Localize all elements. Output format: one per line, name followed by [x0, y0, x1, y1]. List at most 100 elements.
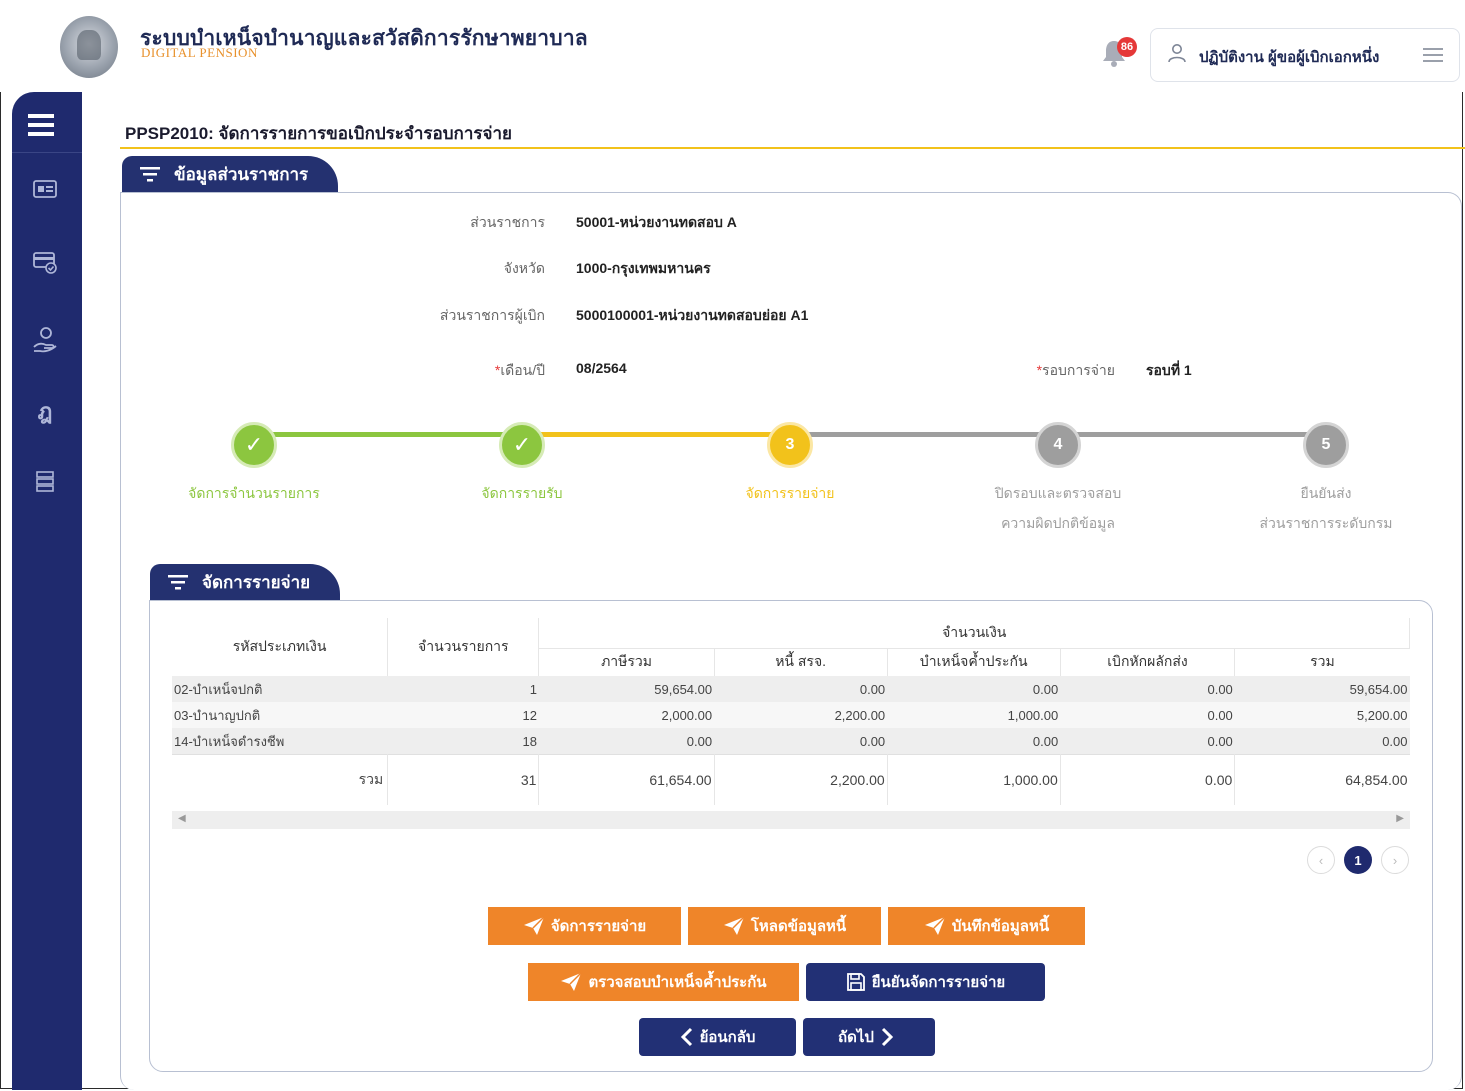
- header-amount-group: จำนวนเงิน: [538, 618, 1410, 649]
- id-card-icon: [33, 180, 57, 198]
- step-2-circle[interactable]: ✓: [499, 422, 545, 468]
- expense-table: รหัสประเภทเงิน จำนวนรายการ จำนวนเงิน ภาษ…: [172, 618, 1410, 805]
- app-subtitle: DIGITAL PENSION: [141, 45, 258, 60]
- step-1-label: จัดการจำนวนรายการ: [188, 485, 320, 501]
- cell-guarantee: 1,000.00: [887, 702, 1061, 728]
- total-deduct: 0.00: [1060, 754, 1236, 805]
- cell-tax: 0.00: [538, 728, 715, 755]
- user-menu[interactable]: ปฏิบัติงาน ผู้ขอผู้เบิกเอกหนึ่ง: [1150, 28, 1460, 82]
- payment-card-icon: [33, 252, 57, 274]
- table-row[interactable]: 14-บำเหน็จดำรงชีพ 18 0.00 0.00 0.00 0.00…: [172, 728, 1410, 755]
- table-total-row: รวม 31 61,654.00 2,200.00 1,000.00 0.00 …: [172, 754, 1410, 805]
- agency-value: 50001-หน่วยงานทดสอบ A: [576, 214, 737, 230]
- month-year-value: 08/2564: [576, 360, 627, 376]
- scroll-right-icon[interactable]: ▶: [1396, 813, 1404, 824]
- header-guarantee: บำเหน็จค้ำประกัน: [887, 648, 1061, 676]
- sidebar-item-care[interactable]: [28, 324, 62, 354]
- sidebar-item-payment[interactable]: [28, 247, 62, 277]
- pagination-next[interactable]: ›: [1381, 846, 1409, 874]
- list-icon: [36, 471, 54, 492]
- send-icon: [924, 916, 946, 935]
- header-money-type: รหัสประเภทเงิน: [172, 618, 389, 676]
- sidebar: ฎ: [12, 92, 82, 1090]
- step-connector-2: [522, 432, 790, 437]
- cell-type: 03-บำนาญปกติ: [172, 702, 388, 728]
- thai-character-icon: ฎ: [37, 398, 53, 424]
- header-item-count: จำนวนรายการ: [387, 618, 540, 676]
- table-row[interactable]: 02-บำเหน็จปกติ 1 59,654.00 0.00 0.00 0.0…: [172, 676, 1410, 702]
- manage-expense-button[interactable]: จัดการรายจ่าย: [488, 907, 681, 945]
- payment-round-value: รอบที่ 1: [1146, 362, 1192, 378]
- cell-guarantee: 0.00: [887, 676, 1061, 702]
- check-guarantee-label: ตรวจสอบบำเหน็จค้ำประกัน: [588, 974, 767, 991]
- send-icon: [561, 972, 582, 991]
- step-3-label: จัดการรายจ่าย: [745, 485, 835, 501]
- page-title: PPSP2010: จัดการรายการขอเบิกประจำรอบการจ…: [125, 124, 512, 143]
- step-5-label-line1: ยืนยันส่ง: [1300, 485, 1352, 501]
- step-4-label-line1: ปิดรอบและตรวจสอบ: [994, 485, 1122, 501]
- top-header: ระบบบำเหน็จบำนาญและสวัสดิการรักษาพยาบาล …: [0, 0, 1465, 92]
- step-4-label: ปิดรอบและตรวจสอบ ความผิดปกติข้อมูล: [958, 478, 1158, 538]
- scroll-left-icon[interactable]: ◀: [178, 813, 186, 824]
- total-total: 64,854.00: [1234, 754, 1410, 805]
- cell-type: 14-บำเหน็จดำรงชีพ: [172, 728, 388, 755]
- sidebar-item-thai-char[interactable]: ฎ: [28, 396, 62, 426]
- next-label: ถัดไป: [838, 1029, 874, 1046]
- step-4-circle[interactable]: 4: [1035, 422, 1081, 468]
- filter-icon: [140, 167, 160, 182]
- next-button[interactable]: ถัดไป: [803, 1018, 935, 1056]
- chevron-right-icon: ›: [1392, 852, 1398, 868]
- cell-tax: 2,000.00: [538, 702, 715, 728]
- cell-deduct: 0.00: [1060, 676, 1235, 702]
- agency-section-label: ข้อมูลส่วนราชการ: [174, 164, 309, 184]
- cell-tax: 59,654.00: [538, 676, 715, 702]
- header-debt: หนี้ สรจ.: [714, 648, 888, 676]
- cell-deduct: 0.00: [1060, 728, 1235, 755]
- load-debt-button[interactable]: โหลดข้อมูลหนี้: [688, 907, 881, 945]
- month-year-label: *เดือน/ปี: [380, 360, 545, 382]
- step-connector-3: [790, 432, 1058, 437]
- table-row[interactable]: 03-บำนาญปกติ 12 2,000.00 2,200.00 1,000.…: [172, 702, 1410, 728]
- header-deduct: เบิกหักผลักส่ง: [1060, 648, 1236, 676]
- step-4-label-line2: ความผิดปกติข้อมูล: [1001, 515, 1115, 531]
- step-1-circle[interactable]: ✓: [231, 422, 277, 468]
- pagination-prev[interactable]: ‹: [1307, 846, 1335, 874]
- cell-total: 59,654.00: [1234, 676, 1410, 702]
- hand-care-icon: [33, 327, 57, 353]
- department-logo: [60, 16, 118, 78]
- total-guarantee: 1,000.00: [887, 754, 1061, 805]
- cell-type: 02-บำเหน็จปกติ: [172, 676, 388, 702]
- cell-total: 0.00: [1234, 728, 1410, 755]
- confirm-expense-button[interactable]: ยืนยันจัดการรายจ่าย: [806, 963, 1045, 1001]
- horizontal-scrollbar[interactable]: ◀ ▶: [172, 811, 1410, 829]
- expense-table-wrapper: รหัสประเภทเงิน จำนวนรายการ จำนวนเงิน ภาษ…: [172, 618, 1410, 805]
- disbursing-agency-value: 5000100001-หน่วยงานทดสอบย่อย A1: [576, 307, 809, 323]
- cell-count: 1: [387, 676, 539, 702]
- province-value: 1000-กรุงเทพมหานคร: [576, 260, 711, 276]
- chevron-left-icon: ‹: [1318, 852, 1324, 868]
- sidebar-item-id-card[interactable]: [28, 174, 62, 204]
- header-total: รวม: [1234, 648, 1410, 676]
- send-icon: [523, 916, 545, 935]
- step-5-label: ยืนยันส่ง ส่วนราชการระดับกรม: [1226, 478, 1426, 538]
- hamburger-menu-icon[interactable]: [1423, 48, 1443, 62]
- manage-expense-label: จัดการรายจ่าย: [550, 918, 647, 935]
- pagination-page[interactable]: 1: [1344, 846, 1372, 874]
- total-debt: 2,200.00: [714, 754, 888, 805]
- check-guarantee-button[interactable]: ตรวจสอบบำเหน็จค้ำประกัน: [528, 963, 799, 1001]
- agency-label: ส่วนราชการ: [470, 214, 545, 230]
- step-connector-1: [254, 432, 522, 437]
- save-debt-button[interactable]: บันทึกข้อมูลหนี้: [888, 907, 1085, 945]
- back-button[interactable]: ย้อนกลับ: [639, 1018, 796, 1056]
- step-3-circle[interactable]: 3: [767, 422, 813, 468]
- step-5-circle[interactable]: 5: [1303, 422, 1349, 468]
- expense-section-label: จัดการรายจ่าย: [202, 572, 311, 592]
- sidebar-toggle-icon[interactable]: [28, 114, 54, 136]
- chevron-right-icon: [881, 1027, 894, 1047]
- cell-debt: 2,200.00: [714, 702, 888, 728]
- cell-debt: 0.00: [714, 676, 888, 702]
- user-icon: [1168, 44, 1186, 63]
- step-2-label: จัดการรายรับ: [481, 485, 563, 501]
- user-name: ปฏิบัติงาน ผู้ขอผู้เบิกเอกหนึ่ง: [1199, 49, 1380, 66]
- sidebar-item-list[interactable]: [28, 466, 62, 496]
